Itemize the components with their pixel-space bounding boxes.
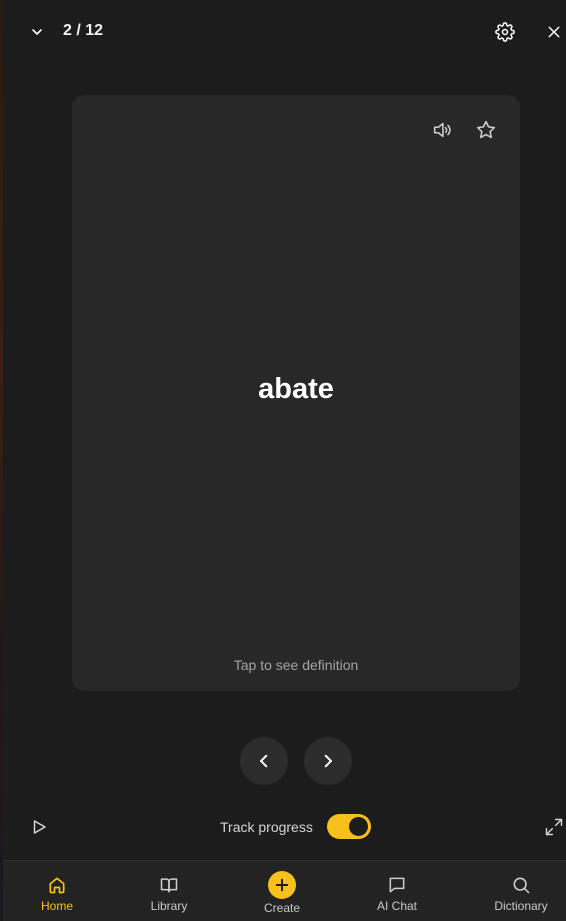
track-progress-label: Track progress <box>220 819 313 835</box>
flip-hint: Tap to see definition <box>233 657 359 673</box>
nav-create[interactable]: Create <box>226 861 338 921</box>
book-icon <box>158 874 180 896</box>
fullscreen-button[interactable] <box>542 815 566 839</box>
favorite-button[interactable] <box>473 117 499 143</box>
close-button[interactable] <box>542 20 566 44</box>
play-icon <box>33 820 46 834</box>
star-icon <box>476 120 496 139</box>
nav-create-label: Create <box>263 901 301 915</box>
chevron-left-icon <box>260 754 268 768</box>
nav-ai-chat[interactable]: AI Chat <box>341 861 453 921</box>
nav-dictionary-label: Dictionary <box>494 899 548 913</box>
nav-library[interactable]: Library <box>113 861 225 921</box>
bottom-navigation: Home Library Create AI Chat Dictionary <box>3 860 566 921</box>
plus-icon <box>268 871 296 899</box>
previous-card-button[interactable] <box>240 737 288 785</box>
track-progress-toggle[interactable] <box>327 814 371 839</box>
chevron-right-icon <box>324 754 332 768</box>
nav-home-label: Home <box>40 899 73 913</box>
nav-library-label: Library <box>150 899 188 913</box>
autoplay-button[interactable] <box>27 815 51 839</box>
chat-icon <box>386 874 408 896</box>
home-icon <box>46 874 68 896</box>
card-counter: 2 / 12 <box>63 22 104 39</box>
top-bar: 2 / 12 <box>3 0 566 64</box>
collapse-button[interactable] <box>25 20 49 44</box>
flashcard-word: abate <box>258 373 334 405</box>
gear-icon <box>495 22 515 42</box>
search-icon <box>510 874 532 896</box>
nav-dictionary[interactable]: Dictionary <box>465 861 566 921</box>
nav-home[interactable]: Home <box>1 861 113 921</box>
close-icon <box>548 26 560 38</box>
speaker-icon <box>433 122 451 138</box>
toggle-knob <box>349 817 368 836</box>
flashcard-app: 2 / 12 abate Tap to see definition Track… <box>3 0 566 921</box>
flashcard[interactable]: abate Tap to see definition <box>72 95 520 691</box>
chevron-down-icon <box>32 29 42 35</box>
next-card-button[interactable] <box>304 737 352 785</box>
settings-button[interactable] <box>493 20 517 44</box>
pronounce-button[interactable] <box>429 117 455 143</box>
expand-icon <box>545 818 563 836</box>
nav-ai-chat-label: AI Chat <box>376 899 418 913</box>
